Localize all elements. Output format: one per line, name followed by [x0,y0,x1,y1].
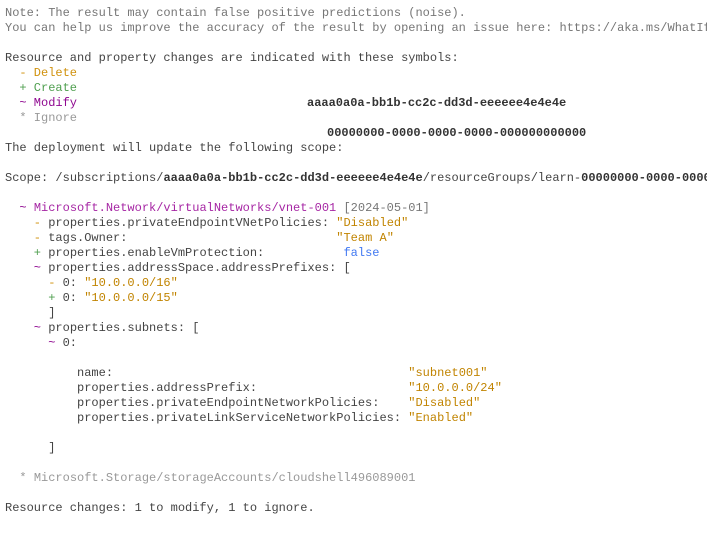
p5-sym: ~ [5,321,48,335]
p4-sym: ~ [5,261,48,275]
p5c: ] [5,441,55,455]
sub2-val: "10.0.0.0/24" [408,381,502,395]
legend-create: + Create [5,81,77,95]
p4a-val: "10.0.0.0/16" [84,276,178,290]
p5a-sym: ~ [5,336,63,350]
overlay-sub-id: aaaa0a0a-bb1b-cc2c-dd3d-eeeeee4e4e4e [307,96,566,111]
p5-open: [ [185,321,199,335]
sub4-key: properties.privateLinkServiceNetworkPoli… [5,411,401,425]
legend-delete: - Delete [5,66,77,80]
p5-key: properties.subnets: [48,321,185,335]
p4b-val: "10.0.0.0/15" [84,291,178,305]
scope-rg: 00000000-0000-0000-0000-000000000000 [581,171,707,185]
p2-key: tags.Owner: [48,231,127,245]
res2-name: Microsoft.Storage/storageAccounts/clouds… [34,471,416,485]
p5a-idx: 0: [63,336,77,350]
p1-sym: - [5,216,48,230]
scope-mid: /resourceGroups/learn- [423,171,581,185]
p4-key: properties.addressSpace.addressPrefixes: [48,261,336,275]
p2-val: "Team A" [336,231,394,245]
res1-name: Microsoft.Network/virtualNetworks/vnet-0… [34,201,336,215]
p3-sym: + [5,246,48,260]
sub2-key: properties.addressPrefix: [5,381,257,395]
p4b-sym: + [5,291,63,305]
sub1-val: "subnet001" [408,366,487,380]
note-line-1: Note: The result may contain false posit… [5,6,466,20]
res2-sym: * [5,471,34,485]
scope-pre: /subscriptions/ [55,171,163,185]
scope-label: Scope: [5,171,55,185]
legend-modify: ~ Modify [5,96,77,110]
p4a-sym: - [5,276,63,290]
note-line-2: You can help us improve the accuracy of … [5,21,707,35]
legend-intro: Resource and property changes are indica… [5,51,459,65]
p3-key: properties.enableVmProtection: [48,246,264,260]
p4b-idx: 0: [63,291,85,305]
summary: Resource changes: 1 to modify, 1 to igno… [5,501,315,515]
p4a-idx: 0: [63,276,85,290]
update-line: The deployment will update the following… [5,141,343,155]
p4-open: [ [336,261,350,275]
overlay-rg-id: 00000000-0000-0000-0000-000000000000 [327,126,586,141]
legend-ignore: * Ignore [5,111,77,125]
sub3-key: properties.privateEndpointNetworkPolicie… [5,396,379,410]
res1-sym: ~ [5,201,34,215]
sub4-val: "Enabled" [408,411,473,425]
p1-key: properties.privateEndpointVNetPolicies: [48,216,329,230]
p3-val: false [343,246,379,260]
scope-sub: aaaa0a0a-bb1b-cc2c-dd3d-eeeeee4e4e4e [163,171,422,185]
p2-sym: - [5,231,48,245]
p4c: ] [5,306,55,320]
sub1-key: name: [5,366,113,380]
res1-api: [2024-05-01] [336,201,430,215]
p1-val: "Disabled" [336,216,408,230]
sub3-val: "Disabled" [408,396,480,410]
